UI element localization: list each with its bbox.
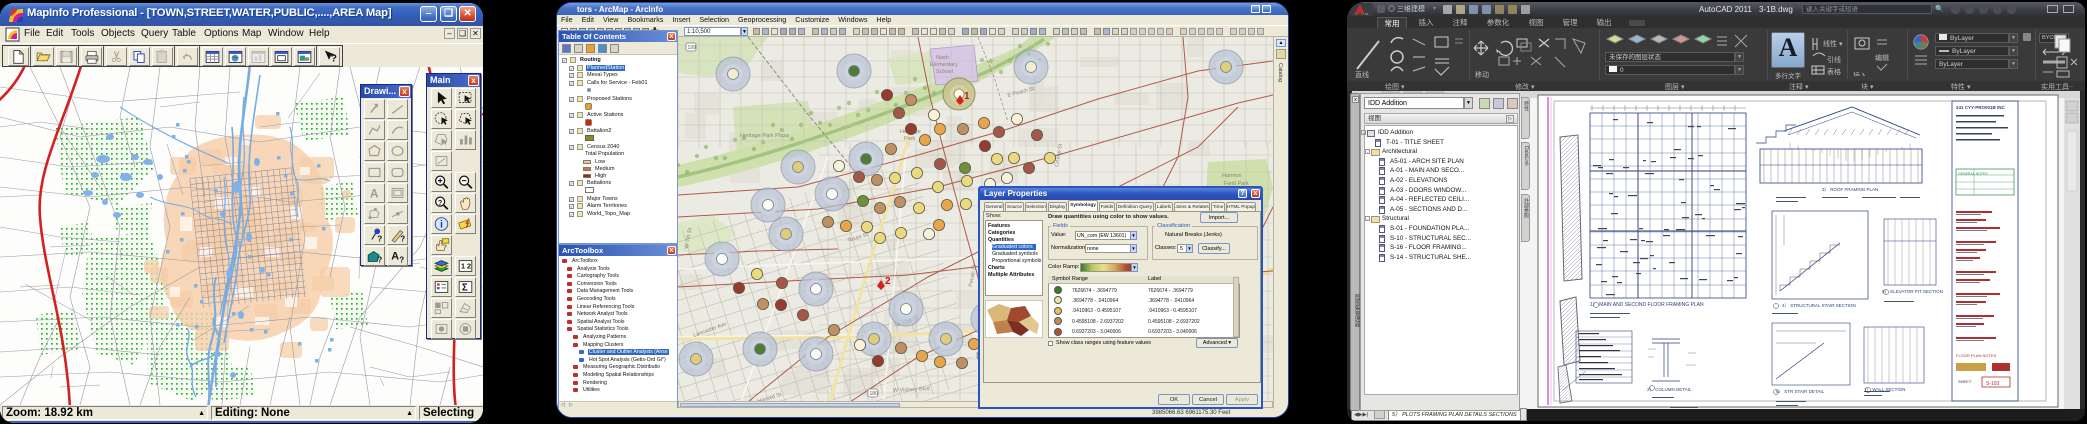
svg-text:Heritage Park Plaza: Heritage Park Plaza — [740, 133, 790, 139]
svg-text:插入: 插入 — [1853, 71, 1867, 76]
svg-text:S-103: S-103 — [1986, 381, 2000, 387]
svg-text:编辑: 编辑 — [1875, 53, 1889, 62]
svg-text:3） ROOF FRAMING PLAN: 3） ROOF FRAMING PLAN — [1822, 187, 1878, 192]
svg-text:?: ? — [377, 234, 382, 243]
svg-text:表格: 表格 — [1827, 67, 1841, 76]
svg-text:6） STR STAIR DETAIL: 6） STR STAIR DETAIL — [1776, 389, 1825, 394]
svg-text:1 2: 1 2 — [461, 262, 471, 271]
svg-text:GENERAL NOTES: GENERAL NOTES — [1958, 172, 1988, 176]
svg-text:Σ: Σ — [462, 283, 468, 294]
svg-text:Park: Park — [904, 136, 916, 142]
svg-text:241 CYY-PRO001B INC: 241 CYY-PRO001B INC — [1956, 105, 2006, 110]
svg-text:5） ELEVATOR PIT SECTION: 5） ELEVATOR PIT SECTION — [1882, 289, 1943, 294]
svg-text:2: 2 — [885, 276, 891, 287]
svg-text:1） MAIN AND SECOND FLOOR FRAMI: 1） MAIN AND SECOND FLOOR FRAMING PLAN — [1590, 302, 1704, 308]
svg-text:?: ? — [400, 234, 405, 243]
svg-text:1: 1 — [964, 91, 970, 102]
svg-text:A: A — [370, 188, 379, 201]
svg-text:180: 180 — [870, 391, 879, 397]
svg-text:199: 199 — [688, 45, 697, 51]
svg-text:i: i — [440, 220, 443, 231]
svg-text:?: ? — [377, 255, 382, 264]
svg-text:?: ? — [438, 198, 442, 207]
svg-text:A: A — [391, 251, 399, 263]
svg-text:SHEET: SHEET — [1958, 379, 1972, 384]
svg-text:Harmon: Harmon — [1222, 173, 1242, 179]
svg-text:?: ? — [331, 54, 337, 65]
svg-text:?: ? — [399, 255, 404, 264]
svg-text:4） STRUCTURAL STAIR SECTION: 4） STRUCTURAL STAIR SECTION — [1782, 303, 1856, 308]
svg-text:Elementary: Elementary — [930, 62, 958, 68]
svg-text:线性 ▾: 线性 ▾ — [1823, 39, 1843, 48]
svg-text:FLOOR PLAN NOTES: FLOOR PLAN NOTES — [1956, 353, 1997, 358]
svg-text:引线: 引线 — [1827, 55, 1841, 64]
svg-text:Nash: Nash — [936, 55, 949, 61]
svg-text:直线: 直线 — [1355, 70, 1369, 78]
svg-text:School: School — [936, 69, 953, 75]
svg-text:移动: 移动 — [1475, 70, 1489, 78]
